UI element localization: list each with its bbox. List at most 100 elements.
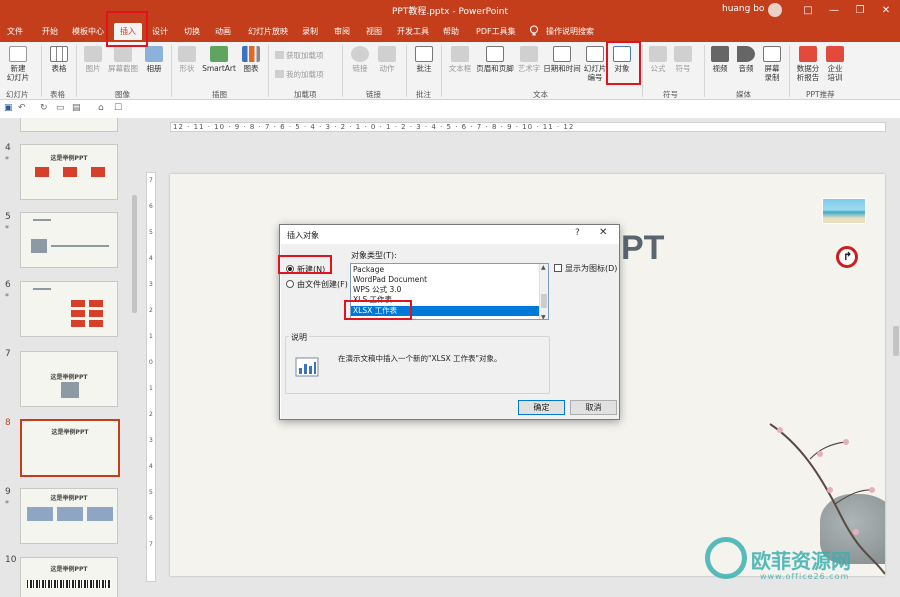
my-addins-button[interactable]: 我的加载项	[275, 69, 324, 80]
image-icon	[84, 46, 102, 62]
shapes-icon	[178, 46, 196, 62]
undo-icon[interactable]: ↶	[18, 103, 26, 113]
action-button[interactable]: 动作	[376, 46, 398, 73]
list-scrollbar[interactable]: ▲ ▼	[539, 264, 548, 319]
touch-mode-icon[interactable]: ☐	[114, 103, 122, 113]
thumb-number: 4	[5, 143, 11, 153]
tab-developer[interactable]: 开发工具	[397, 23, 429, 40]
tab-slideshow[interactable]: 幻灯片放映	[248, 23, 288, 40]
header-footer-button[interactable]: 页眉和页脚	[475, 46, 515, 73]
spell-check-icon[interactable]: ▤	[72, 103, 81, 113]
new-slide-button[interactable]: 新建 幻灯片	[5, 46, 31, 82]
restore-button[interactable]: ❐	[848, 0, 872, 20]
close-window-button[interactable]: ✕	[874, 0, 898, 20]
scroll-up-icon[interactable]: ▲	[541, 264, 546, 271]
training-icon	[826, 46, 844, 62]
slide-thumbnail-9[interactable]: 这是举例PPT	[20, 488, 118, 544]
beach-picture[interactable]	[822, 198, 866, 224]
data-report-button[interactable]: 数据分 析报告	[794, 46, 822, 82]
avatar[interactable]	[768, 3, 782, 17]
datetime-button[interactable]: 日期和时间	[542, 46, 582, 73]
equation-button[interactable]: 公式	[647, 46, 669, 73]
list-item[interactable]: WPS 公式 3.0	[351, 285, 539, 295]
link-button[interactable]: 链接	[349, 46, 371, 73]
wordart-button[interactable]: 艺术字	[516, 46, 542, 73]
display-as-icon-checkbox[interactable]: 显示为图标(D)	[554, 263, 617, 274]
checkbox[interactable]	[554, 264, 562, 272]
cancel-button[interactable]: 取消	[570, 400, 617, 415]
user-name[interactable]: huang bo	[722, 4, 764, 14]
audio-button[interactable]: 音频	[735, 46, 757, 73]
close-icon[interactable]: ✕	[599, 227, 607, 238]
screen-record-button[interactable]: 屏幕 录制	[761, 46, 783, 82]
tab-design[interactable]: 设计	[152, 23, 168, 40]
chart-button[interactable]: 图表	[240, 46, 262, 73]
get-addins-button[interactable]: 获取加载项	[275, 50, 324, 61]
scrollbar-thumb[interactable]	[541, 294, 547, 308]
thumbnail-scrollbar[interactable]	[131, 120, 138, 597]
chart-label: 图表	[243, 64, 259, 73]
slide-title[interactable]: PT	[621, 229, 664, 268]
tab-file[interactable]: 文件	[7, 23, 23, 40]
textbox-button[interactable]: 文本框	[447, 46, 473, 73]
slide-number-button[interactable]: 幻灯片 编号	[582, 46, 608, 82]
training-button[interactable]: 企业 培训	[824, 46, 846, 82]
thumb-number: 9	[5, 487, 11, 497]
table-icon	[50, 46, 68, 62]
tab-home[interactable]: 开始	[42, 23, 58, 40]
minimize-button[interactable]: —	[822, 0, 846, 20]
store-icon	[275, 51, 284, 59]
ok-button[interactable]: 确定	[518, 400, 565, 415]
screenshot-button[interactable]: 屏幕截图	[106, 46, 140, 73]
symbol-button[interactable]: 符号	[672, 46, 694, 73]
barcode-image	[27, 580, 111, 588]
help-button[interactable]: ?	[575, 228, 580, 238]
slide-thumbnail-8[interactable]: 这是举例PPT	[20, 419, 120, 477]
tab-help[interactable]: 帮助	[443, 23, 459, 40]
ribbon-display-options-icon[interactable]: □	[796, 0, 820, 20]
save-icon[interactable]: ▣	[4, 103, 13, 113]
turn-sign-picture[interactable]: ↱	[836, 246, 858, 268]
album-button[interactable]: 相册	[143, 46, 165, 73]
thumb-shape	[89, 320, 103, 327]
image-button[interactable]: 图片	[82, 46, 104, 73]
thumb-animation-star: *	[5, 292, 9, 301]
slide-thumbnail-10[interactable]: 这是举例PPT	[20, 557, 118, 597]
slide-scrollbar[interactable]	[892, 136, 900, 597]
tab-review[interactable]: 审阅	[334, 23, 350, 40]
start-slideshow-icon[interactable]: ▭	[56, 103, 65, 113]
slide-thumbnail-7[interactable]: 这是举例PPT	[20, 351, 118, 407]
slide-thumbnail-6[interactable]	[20, 281, 118, 337]
comment-button[interactable]: 批注	[413, 46, 435, 73]
thumb-shape	[35, 167, 49, 177]
thumb-title: 这是举例PPT	[51, 429, 89, 436]
comment-label: 批注	[416, 64, 432, 73]
slide-thumbnail-5[interactable]	[20, 212, 118, 268]
redo-icon[interactable]: ↻	[40, 103, 48, 113]
radio-create-from-file[interactable]: 由文件创建(F)	[286, 279, 348, 290]
scroll-down-icon[interactable]: ▼	[541, 314, 546, 319]
tab-view[interactable]: 视图	[366, 23, 382, 40]
tab-animations[interactable]: 动画	[215, 23, 231, 40]
list-item[interactable]: Package	[351, 265, 539, 275]
table-button[interactable]: 表格	[48, 46, 70, 73]
radio-button[interactable]	[286, 280, 294, 288]
list-item[interactable]: WordPad Document	[351, 275, 539, 285]
tab-transitions[interactable]: 切换	[184, 23, 200, 40]
tab-template-center[interactable]: 模板中心	[72, 23, 104, 40]
scrollbar-thumb[interactable]	[893, 326, 899, 356]
ruler-tick: 7	[149, 541, 153, 548]
shapes-button[interactable]: 形状	[176, 46, 198, 73]
video-button[interactable]: 视频	[709, 46, 731, 73]
thumb-shape	[71, 310, 85, 317]
slide-thumbnail-3[interactable]	[20, 118, 118, 132]
scrollbar-thumb[interactable]	[132, 195, 137, 313]
ruler-tick: 6	[149, 515, 153, 522]
format-painter-icon[interactable]: ⌂	[98, 103, 104, 113]
tab-record[interactable]: 录制	[302, 23, 318, 40]
data-report-label: 数据分 析报告	[796, 64, 820, 82]
tab-pdf-tools[interactable]: PDF工具集	[476, 23, 516, 40]
slide-thumbnail-4[interactable]: 这是举例PPT	[20, 144, 118, 200]
smartart-button[interactable]: SmartArt	[201, 46, 237, 73]
tell-me-search[interactable]: 操作说明搜索	[546, 26, 594, 37]
